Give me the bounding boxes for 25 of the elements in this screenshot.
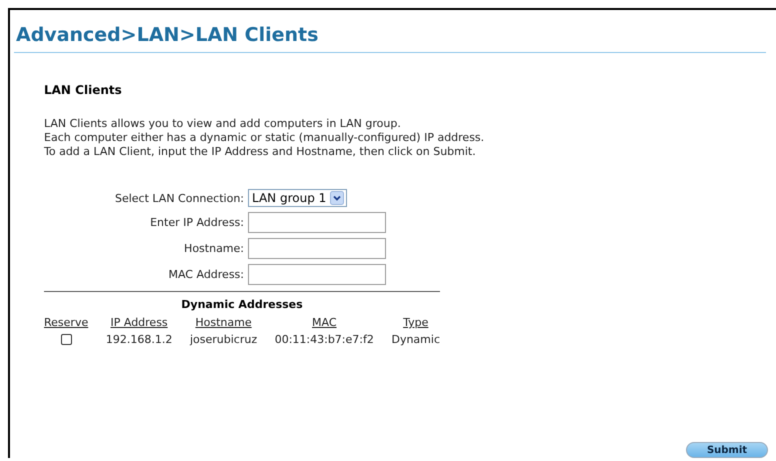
column-header[interactable]: Hostname	[190, 316, 258, 329]
column-header[interactable]: Reserve	[44, 316, 88, 329]
field-label: Hostname:	[184, 242, 244, 255]
description-text: Each computer either has a dynamic or static (manually-configured) IP address.	[44, 131, 486, 145]
table-cell: 00:11:43:b7:e7:f2	[274, 333, 374, 346]
field-label: Enter IP Address:	[150, 216, 244, 229]
column-header[interactable]: MAC	[274, 316, 374, 329]
submit-button[interactable]: Submit	[686, 442, 768, 458]
column-header[interactable]: IP Address	[106, 316, 172, 329]
table-title: Dynamic Addresses	[180, 298, 304, 311]
page-title: Advanced>LAN>LAN Clients	[14, 24, 766, 53]
reserve-checkbox[interactable]	[60, 334, 72, 345]
section-title: LAN Clients	[44, 83, 123, 97]
description-text: LAN Clients allows you to view and add computers in LAN group.	[44, 117, 402, 131]
input-field[interactable]	[248, 238, 386, 259]
field-label: Select LAN Connection:	[114, 192, 244, 204]
input-field[interactable]	[248, 212, 386, 233]
description-text: To add a LAN Client, input the IP Address and Hostname, then click on Submit.	[44, 145, 477, 159]
field-label: MAC Address:	[168, 268, 244, 281]
input-field[interactable]	[248, 264, 386, 285]
table-cell: 192.168.1.2	[106, 333, 172, 346]
column-header[interactable]: Type	[391, 316, 440, 329]
lan-connection-dropdown[interactable]: LAN group 1	[248, 189, 348, 207]
table-cell: joserubicruz	[190, 333, 258, 346]
table-cell: Dynamic	[391, 333, 440, 346]
